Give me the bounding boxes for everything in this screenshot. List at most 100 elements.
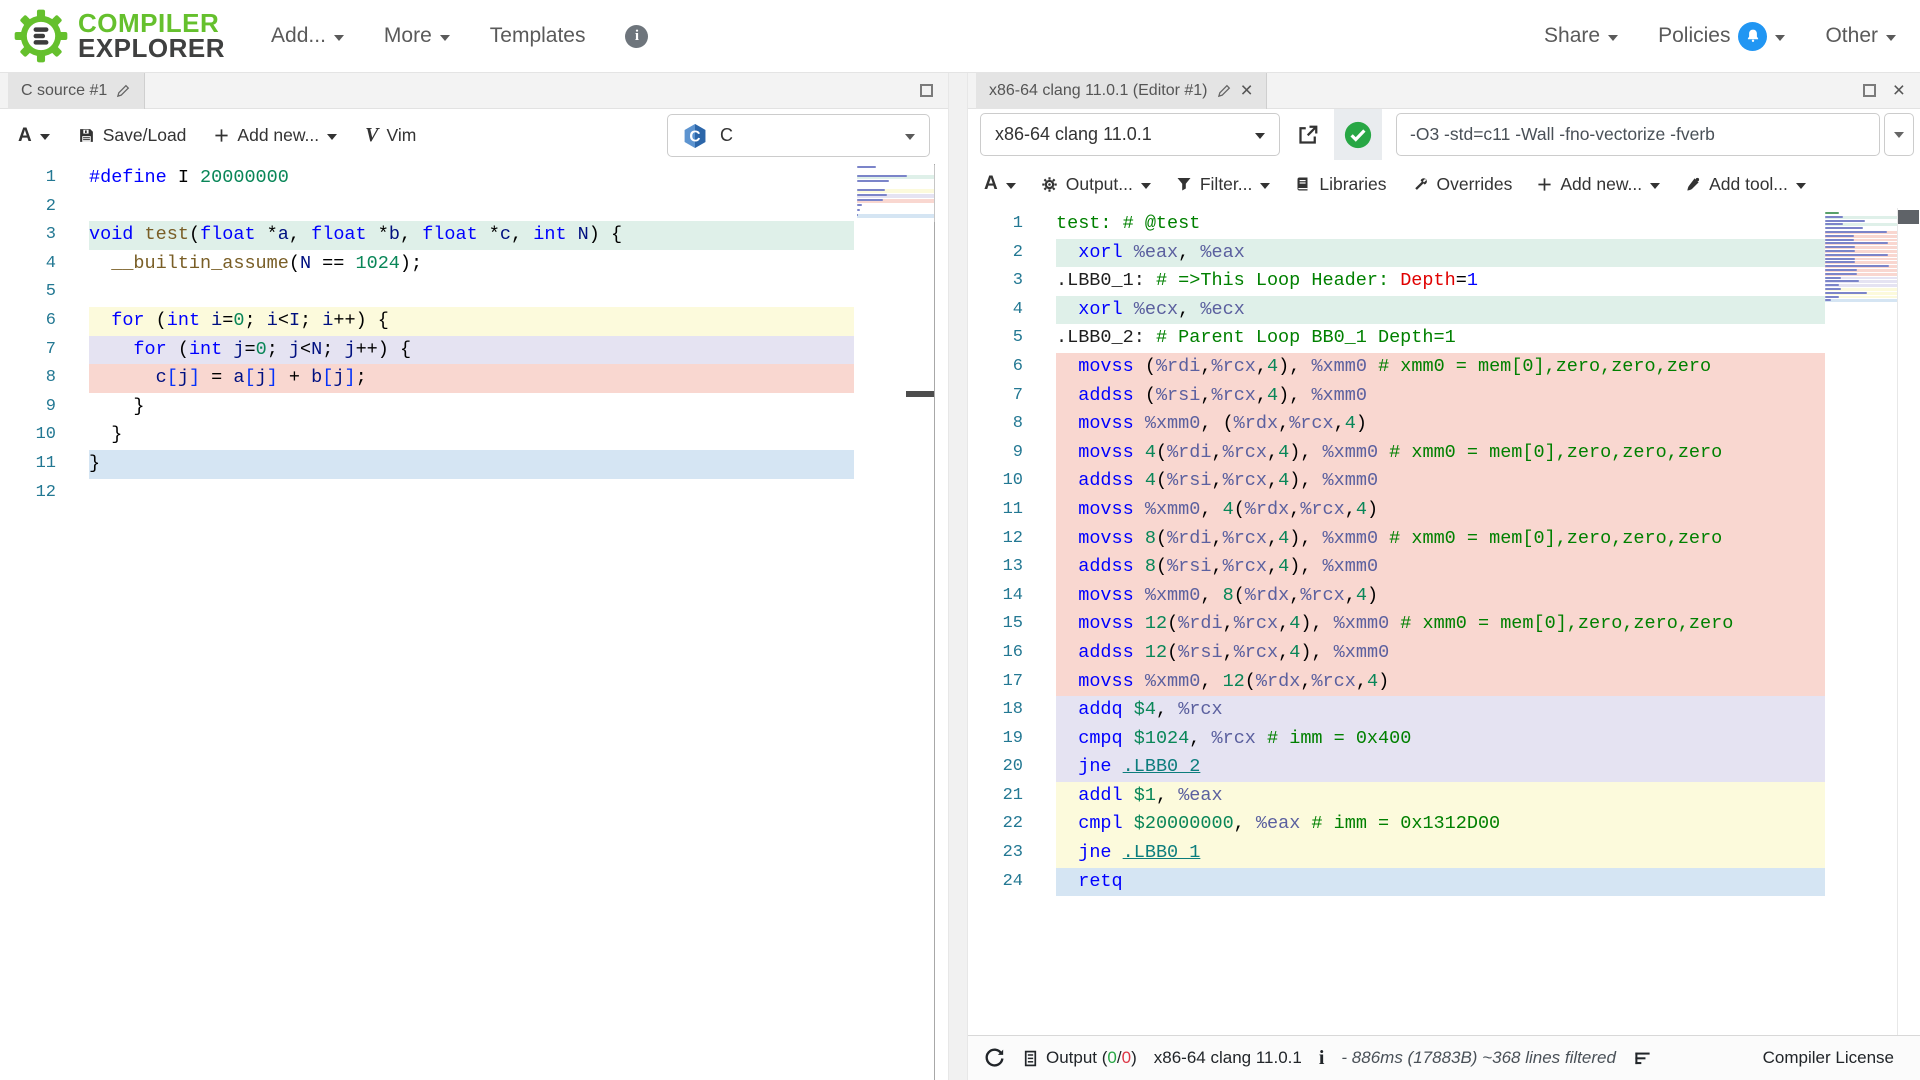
code-line-3[interactable]: 3 void test(float *a, float *b, float *c,… [0,221,934,250]
code-line-7[interactable]: 7 for (int j=0; j<N; j++) { [0,335,934,365]
code-line-15[interactable]: 15 movss 12(%rdi,%rcx,4), %xmm0 # xmm0 =… [968,610,1920,639]
options-dropdown-button[interactable] [1884,113,1914,156]
output-menu-button[interactable]: Output... [1041,174,1151,195]
menu-other[interactable]: Other [1825,24,1896,48]
line-number: 17 [1002,671,1023,691]
line-number: 18 [1002,700,1023,720]
code-line-4[interactable]: 4 __builtin_assume(N == 1024); [0,250,934,279]
menu-add[interactable]: Add... [271,24,344,48]
add-tool-button[interactable]: Add tool... [1685,174,1806,195]
compiler-explorer-logo[interactable]: COMPILER EXPLORER [14,9,225,63]
minimap-line [1825,223,1897,227]
code-line-5[interactable]: 5 [0,278,934,307]
code-line-6[interactable]: 6 movss (%rdi,%rcx,4), %xmm0 # xmm0 = me… [968,352,1920,382]
minimap-line [857,199,934,203]
code-line-22[interactable]: 22 cmpl $20000000, %eax # imm = 0x1312D0… [968,810,1920,840]
minimap-line [1825,215,1897,219]
asm-minimap[interactable] [1825,211,1897,303]
minimap-line [1825,230,1897,234]
code-line-16[interactable]: 16 addss 12(%rsi,%rcx,4), %xmm0 [968,638,1920,668]
overrides-button[interactable]: Overrides [1412,174,1512,195]
close-tab-icon[interactable]: × [1241,80,1253,101]
compiler-license-link[interactable]: Compiler License [1763,1048,1894,1068]
compile-info-icon[interactable]: i [1319,1047,1325,1070]
code-line-6[interactable]: 6 for (int i=0; i<I; i++) { [0,306,934,336]
code-text: addq $4, %rcx [1056,696,1825,725]
output-list-icon [1024,1050,1037,1066]
code-line-1[interactable]: 1 #define I 20000000 [0,164,934,193]
rename-pencil-icon[interactable] [1217,83,1232,98]
code-line-1[interactable]: 1 test: # @test [968,210,1920,239]
code-line-5[interactable]: 5 .LBB0_2: # Parent Loop BB0_1 Depth=1 [968,324,1920,353]
code-line-8[interactable]: 8 movss %xmm0, (%rdx,%rcx,4) [968,410,1920,439]
output-menu-label: Output... [1065,173,1133,194]
scrollbar-track[interactable] [1897,208,1920,1035]
code-line-12[interactable]: 12 movss 8(%rdi,%rcx,4), %xmm0 # xmm0 = … [968,524,1920,554]
code-line-9[interactable]: 9 } [0,393,934,422]
minimap-line [857,194,934,198]
code-line-3[interactable]: 3 .LBB0_1: # =>This Loop Header: Depth=1 [968,267,1920,296]
asm-editor[interactable]: 1 test: # @test 2 xorl %eax, %eax 3 .LBB0_1:… [968,208,1920,1035]
source-editor[interactable]: 1 #define I 20000000 2 3 void test(float *a,… [0,162,948,1080]
code-line-4[interactable]: 4 xorl %ecx, %ecx [968,295,1920,325]
vim-toggle-button[interactable]: V Vim [365,124,416,147]
code-line-12[interactable]: 12 [0,479,934,508]
font-size-button[interactable]: A [984,173,1016,195]
chevron-down-icon [1775,34,1786,41]
workspace: C source #1 A Save/Load Add new... V Vim… [0,72,1920,1080]
font-size-button[interactable]: A [18,125,50,147]
scrollbar-thumb[interactable] [1898,210,1919,224]
code-line-13[interactable]: 13 addss 8(%rsi,%rcx,4), %xmm0 [968,553,1920,582]
libraries-button[interactable]: Libraries [1295,174,1387,195]
code-line-2[interactable]: 2 xorl %eax, %eax [968,238,1920,268]
output-toggle[interactable]: Output (0/0) [1022,1048,1137,1068]
maximize-pane-icon[interactable] [920,84,933,97]
menu-more[interactable]: More [384,24,450,48]
language-select[interactable]: C C [667,114,930,157]
source-minimap[interactable] [857,165,935,222]
code-line-2[interactable]: 2 [0,193,934,222]
code-text: for (int i=0; i<I; i++) { [89,306,854,336]
rename-pencil-icon[interactable] [116,83,131,98]
tab-c-source[interactable]: C source #1 [8,72,146,109]
code-line-20[interactable]: 20 jne .LBB0_2 [968,753,1920,782]
line-number: 20 [1002,757,1023,777]
code-line-9[interactable]: 9 movss 4(%rdi,%rcx,4), %xmm0 # xmm0 = m… [968,438,1920,468]
save-load-button[interactable]: Save/Load [78,125,186,146]
tab-compiler[interactable]: x86-64 clang 11.0.1 (Editor #1) × [976,72,1267,109]
code-line-17[interactable]: 17 movss %xmm0, 12(%rdx,%rcx,4) [968,667,1920,697]
code-line-18[interactable]: 18 addq $4, %rcx [968,696,1920,725]
close-pane-icon[interactable]: × [1893,80,1905,101]
recompile-button[interactable] [984,1048,1005,1069]
code-line-8[interactable]: 8 c[j] = a[j] + b[j]; [0,364,934,393]
compiler-pane: x86-64 clang 11.0.1 (Editor #1) × × x86-… [968,72,1920,1080]
code-line-10[interactable]: 10 addss 4(%rsi,%rcx,4), %xmm0 [968,467,1920,496]
code-line-14[interactable]: 14 movss %xmm0, 8(%rdx,%rcx,4) [968,581,1920,611]
info-icon[interactable]: i [625,24,649,48]
code-line-11[interactable]: 11 movss %xmm0, 4(%rdx,%rcx,4) [968,495,1920,525]
add-new-button[interactable]: Add new... [214,125,338,146]
compiler-options-input[interactable] [1396,113,1880,156]
compiler-select[interactable]: x86-64 clang 11.0.1 [980,113,1280,156]
right-menu: Share Policies Other [1544,21,1896,51]
add-new-button[interactable]: Add new... [1537,174,1661,195]
font-size-label: A [984,173,998,194]
code-line-23[interactable]: 23 jne .LBB0_1 [968,839,1920,868]
code-line-10[interactable]: 10 } [0,421,934,450]
sort-stats-button[interactable] [1633,1049,1652,1068]
filter-menu-button[interactable]: Filter... [1176,174,1271,195]
code-line-19[interactable]: 19 cmpq $1024, %rcx # imm = 0x400 [968,724,1920,754]
code-line-24[interactable]: 24 retq [968,867,1920,897]
code-line-21[interactable]: 21 addl $1, %eax [968,781,1920,811]
open-external-link-icon[interactable] [1296,123,1320,147]
menu-policies[interactable]: Policies [1658,21,1786,51]
line-number: 3 [45,225,56,245]
menu-templates[interactable]: Templates [490,24,586,48]
line-number: 11 [35,453,56,473]
output-ok-count: 0 [1107,1048,1117,1067]
code-line-7[interactable]: 7 addss (%rsi,%rcx,4), %xmm0 [968,381,1920,411]
maximize-pane-icon[interactable] [1862,84,1876,97]
menu-share[interactable]: Share [1544,24,1619,48]
pane-splitter[interactable] [948,73,968,1080]
code-line-11[interactable]: 11} [0,449,934,479]
